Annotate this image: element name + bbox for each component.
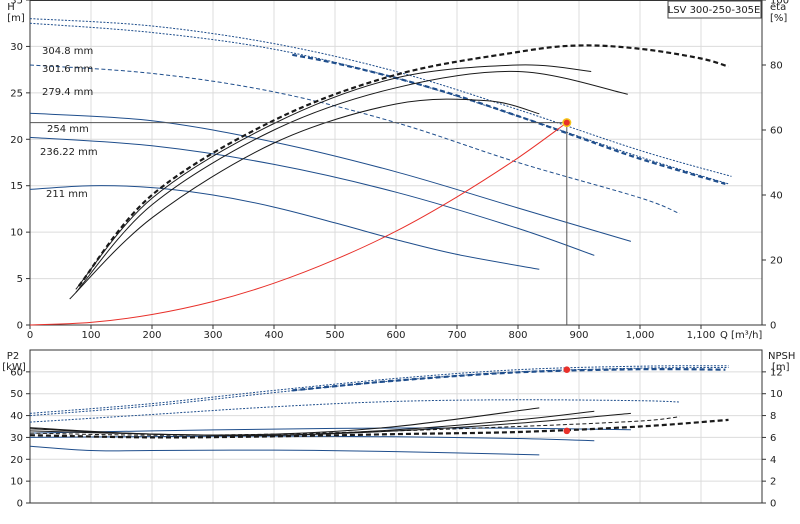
x-tick-label: 300 [203, 330, 222, 341]
x-tick-label: 1,000 [626, 330, 655, 341]
impeller-label: 301.6 mm [42, 64, 93, 75]
y-tick-label: 0 [17, 499, 23, 510]
y2-tick-label: 2 [770, 477, 776, 488]
y-tick-label: 20 [10, 135, 23, 146]
y-tick-label: 30 [10, 42, 23, 53]
head-curve [29, 22, 729, 185]
y-tick-label: 5 [17, 274, 23, 285]
y2-axis-unit: [m] [772, 362, 790, 373]
y-tick-label: 20 [10, 455, 23, 466]
power-curve [29, 365, 729, 414]
impeller-label: 211 mm [46, 189, 88, 200]
duty-point-marker[interactable] [563, 427, 571, 435]
y2-axis-title: eta [770, 2, 786, 13]
chart-svg: 0 100 200 300 400 500 600 700 800 900 1,000 1,10005… [2, 0, 795, 510]
x-tick-label: 500 [325, 330, 344, 341]
y2-tick-label: 0 [770, 499, 776, 510]
y2-tick-label: 20 [770, 256, 783, 267]
series-group [29, 365, 729, 456]
chart-title: LSV 300-250-305E [668, 5, 761, 16]
y2-axis-title: NPSH [768, 351, 795, 362]
y-axis-unit: [m] [7, 13, 25, 24]
x-tick-label: 1,100 [687, 330, 716, 341]
impeller-label: 236.22 mm [40, 147, 98, 158]
efficiency-curve [69, 98, 540, 300]
y2-tick-label: 60 [770, 126, 783, 137]
system-curve [29, 122, 568, 326]
head-curve [29, 112, 632, 242]
y2-tick-label: 80 [770, 61, 783, 72]
y2-tick-label: 10 [770, 389, 783, 400]
y-axis-title: H [7, 2, 15, 13]
y-tick-label: 25 [10, 88, 23, 99]
y-tick-label: 50 [10, 389, 23, 400]
y-tick-label: 0 [17, 321, 23, 332]
power-npsh-panel: 0102030405060024681012P2[kW]NPSH[m] [2, 349, 795, 510]
head-curve [29, 185, 540, 270]
x-tick-label: 600 [386, 330, 405, 341]
impeller-label: 254 mm [47, 124, 89, 135]
y-tick-label: 10 [10, 477, 23, 488]
y-axis-title: P2 [7, 351, 19, 362]
x-tick-label: 900 [569, 330, 588, 341]
duty-point-marker[interactable] [563, 366, 571, 373]
x-tick-label: 200 [142, 330, 161, 341]
y-tick-label: 10 [10, 228, 23, 239]
y2-tick-label: 0 [770, 321, 776, 332]
y-axis-unit: [kW] [2, 362, 26, 373]
power-curve [29, 367, 729, 417]
y2-tick-label: 8 [770, 411, 776, 422]
impeller-label: 304.8 mm [42, 46, 93, 57]
y-tick-label: 15 [10, 181, 23, 192]
x-tick-label: 100 [81, 330, 100, 341]
y2-tick-label: 40 [770, 191, 783, 202]
npsh-curve [29, 407, 540, 436]
x-tick-label: 0 [27, 330, 33, 341]
power-curve [29, 399, 680, 423]
y2-tick-label: 4 [770, 455, 776, 466]
y2-tick-label: 6 [770, 433, 776, 444]
impeller-label: 279.4 mm [42, 87, 93, 98]
y-tick-label: 30 [10, 433, 23, 444]
y2-axis-unit: [%] [770, 13, 787, 24]
head-eta-panel: 0 100 200 300 400 500 600 700 800 900 1,000 1,10005… [7, 0, 789, 341]
x-tick-label: 400 [264, 330, 283, 341]
efficiency-curve [75, 70, 628, 293]
power-curve [29, 445, 540, 456]
x-tick-label: 800 [508, 330, 527, 341]
duty-point-marker[interactable] [563, 119, 570, 126]
y-tick-label: 40 [10, 411, 23, 422]
efficiency-curve [77, 44, 729, 287]
pump-curve-chart: 0 100 200 300 400 500 600 700 800 900 1,000 1,100 0 5… [0, 0, 800, 520]
x-axis-title: Q [m³/h] [720, 330, 762, 341]
x-tick-label: 700 [447, 330, 466, 341]
